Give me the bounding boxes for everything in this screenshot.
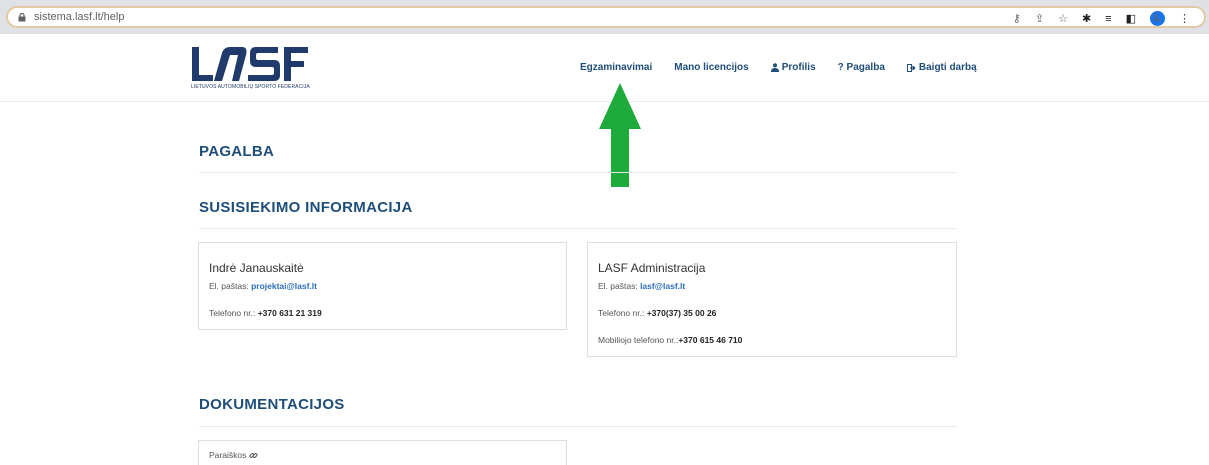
nav-help[interactable]: ? Pagalba (838, 62, 885, 73)
lock-icon (18, 13, 26, 22)
contact-phone-row: Telefono nr.: +370(37) 35 00 26 (598, 308, 716, 318)
nav-logout-label: Baigti darbą (918, 62, 977, 73)
address-bar[interactable]: sistema.lasf.lt/help ⚷ ⇪ ☆ ✱ ≡ ◧ L ⋮ (6, 6, 1206, 28)
email-link[interactable]: projektai@lasf.lt (251, 281, 317, 291)
nav-licenses[interactable]: Mano licencijos (674, 62, 748, 73)
contact-phone-row: Telefono nr.: +370 631 21 319 (209, 308, 322, 318)
document-link[interactable]: Paraiškos (209, 450, 258, 460)
sign-out-icon (906, 63, 916, 72)
document-card: Paraiškos (198, 440, 567, 465)
phone-number: +370(37) 35 00 26 (646, 308, 717, 318)
divider (199, 172, 957, 173)
contact-name: Indrė Janauskaitė (209, 261, 304, 275)
docs-heading: DOKUMENTACIJOS (199, 396, 345, 413)
main-nav: Egzaminavimai Mano licencijos Profilis ?… (580, 62, 977, 73)
logo-subtitle: LIETUVOS AUTOMOBILIŲ SPORTO FEDERACIJA (191, 84, 310, 90)
contact-name: LASF Administracija (598, 261, 706, 275)
extensions-icon[interactable]: ✱ (1082, 12, 1091, 26)
share-icon[interactable]: ⇪ (1035, 12, 1044, 26)
contact-card-administration: LASF Administracija El. paštas: lasf@las… (587, 242, 957, 357)
menu-dots-icon[interactable]: ⋮ (1179, 12, 1190, 26)
divider (199, 228, 957, 229)
nav-profile[interactable]: Profilis (770, 62, 816, 73)
contact-card-indre: Indrė Janauskaitė El. paštas: projektai@… (198, 242, 567, 330)
star-icon[interactable]: ☆ (1058, 12, 1068, 26)
browser-actions: ⚷ ⇪ ☆ ✱ ≡ ◧ L ⋮ (1013, 11, 1190, 26)
contact-email-row: El. paštas: lasf@lasf.lt (598, 281, 685, 291)
contact-mobile-row: Mobiliojo telefono nr.:+370 615 46 710 (598, 335, 742, 345)
phone-number: +370 631 21 319 (257, 308, 322, 318)
nav-exams[interactable]: Egzaminavimai (580, 62, 652, 73)
address-url[interactable]: sistema.lasf.lt/help (34, 11, 124, 23)
nav-logout[interactable]: Baigti darbą (906, 62, 977, 73)
phone-label: Telefono nr.: (598, 308, 645, 318)
email-link[interactable]: lasf@lasf.lt (640, 281, 685, 291)
nav-profile-label: Profilis (781, 62, 816, 73)
reading-list-icon[interactable]: ≡ (1105, 12, 1111, 26)
side-panel-icon[interactable]: ◧ (1126, 12, 1136, 26)
browser-toolbar: sistema.lasf.lt/help ⚷ ⇪ ☆ ✱ ≡ ◧ L ⋮ (0, 0, 1209, 34)
document-label: Paraiškos (209, 450, 247, 460)
page-title: PAGALBA (199, 143, 275, 160)
email-label: El. paštas: (598, 281, 638, 291)
avatar[interactable]: L (1150, 11, 1165, 26)
key-icon[interactable]: ⚷ (1013, 12, 1021, 26)
phone-label: Telefono nr.: (209, 308, 256, 318)
link-icon (249, 452, 258, 458)
divider (199, 426, 957, 427)
contact-heading: SUSISIEKIMO INFORMACIJA (199, 199, 413, 216)
mobile-number: +370 615 46 710 (678, 335, 743, 345)
contact-email-row: El. paštas: projektai@lasf.lt (209, 281, 317, 291)
user-icon (770, 63, 779, 72)
mobile-label: Mobiliojo telefono nr.: (598, 335, 679, 345)
email-label: El. paštas: (209, 281, 249, 291)
